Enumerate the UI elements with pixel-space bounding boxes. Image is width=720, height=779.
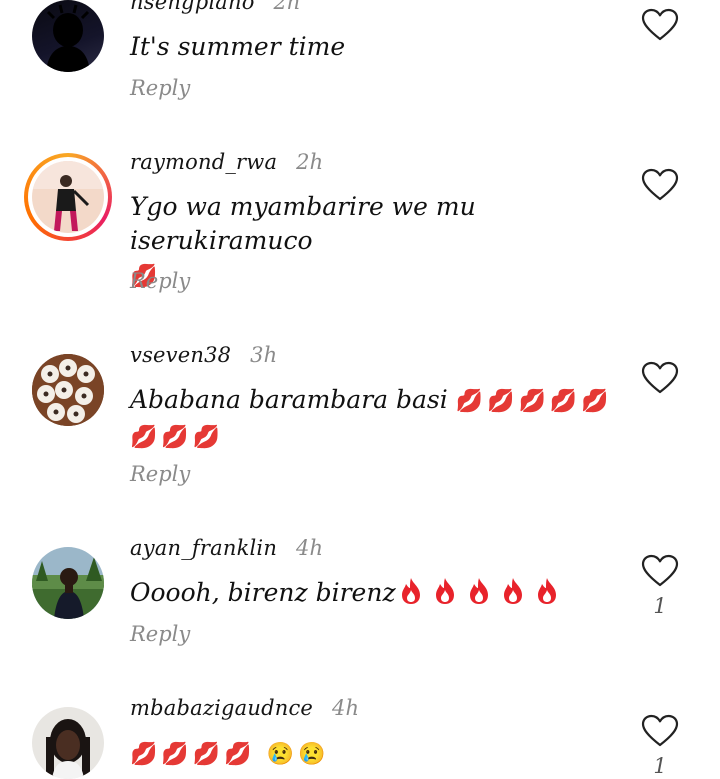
reply-button[interactable]: Reply (130, 76, 190, 100)
timestamp: 4h (331, 696, 360, 720)
avatar[interactable] (32, 354, 104, 426)
avatar-photo (32, 161, 104, 233)
like-button[interactable] (641, 554, 679, 588)
avatar[interactable] (32, 547, 104, 619)
reply-button[interactable]: Reply (130, 462, 190, 486)
like-count: 1 (653, 594, 667, 618)
timestamp: 4h (295, 536, 324, 560)
avatar-ring-inner (28, 157, 108, 237)
timestamp: 2h (273, 0, 301, 14)
avatar-silhouette (46, 4, 90, 72)
heart-outline-icon (641, 8, 679, 41)
heart-outline-icon (641, 554, 679, 587)
avatar-photo-image (32, 354, 104, 426)
heart-outline-icon (641, 361, 679, 394)
fire-emoji (537, 578, 556, 604)
heart-outline-icon (641, 168, 679, 201)
comment-text-content: Ooooh, birenz birenz (130, 578, 396, 607)
fire-emoji (469, 578, 488, 604)
comment-meta: mbabazigaudnce 4h (130, 696, 359, 720)
like-button[interactable] (641, 8, 679, 42)
reply-button[interactable]: Reply (130, 269, 190, 293)
like-button[interactable] (641, 361, 679, 395)
username[interactable]: nsengpiano (130, 0, 255, 14)
avatar[interactable] (32, 0, 104, 72)
comment-meta: nsengpiano 2h (130, 0, 301, 14)
like-button[interactable] (641, 168, 679, 202)
comment-meta: vseven38 3h (130, 343, 277, 367)
username[interactable]: vseven38 (130, 343, 231, 367)
avatar-photo-image (32, 547, 104, 619)
timestamp: 3h (250, 343, 278, 367)
avatar-photo-image (32, 707, 104, 779)
comment-text: 💋💋💋💋 😢😢 (130, 736, 620, 772)
comment-text: Ababana barambara basi 💋💋💋💋💋 💋💋💋 (130, 383, 620, 455)
comment-meta: ayan_franklin 4h (130, 536, 323, 560)
reply-button[interactable]: Reply (130, 622, 190, 646)
fire-emoji (401, 578, 420, 604)
comment-text-content: Ygo wa myambarire we mu iserukiramuco (130, 192, 476, 255)
timestamp: 2h (296, 150, 324, 174)
username[interactable]: ayan_franklin (130, 536, 277, 560)
heart-outline-icon (641, 714, 679, 747)
username[interactable]: raymond_rwa (130, 150, 277, 174)
like-count: 1 (653, 754, 667, 778)
comment-meta: raymond_rwa 2h (130, 150, 323, 174)
avatar-photo-image (32, 161, 104, 233)
comment-text: Ooooh, birenz birenz🔥🔥🔥🔥🔥 (130, 576, 620, 610)
like-button[interactable] (641, 714, 679, 748)
comment-text: Ygo wa myambarire we mu iserukiramuco 💋 (130, 190, 620, 294)
comment-text: It's summer time (130, 30, 620, 64)
avatar[interactable] (24, 153, 112, 241)
lips-emoji: 💋💋💋💋 😢😢 (130, 742, 330, 767)
fire-emoji (503, 578, 522, 604)
fire-emoji (435, 578, 454, 604)
comment-text-content: Ababana barambara basi (130, 385, 448, 414)
avatar[interactable] (32, 707, 104, 779)
username[interactable]: mbabazigaudnce (130, 696, 313, 720)
comment-text-content: It's summer time (130, 32, 346, 61)
